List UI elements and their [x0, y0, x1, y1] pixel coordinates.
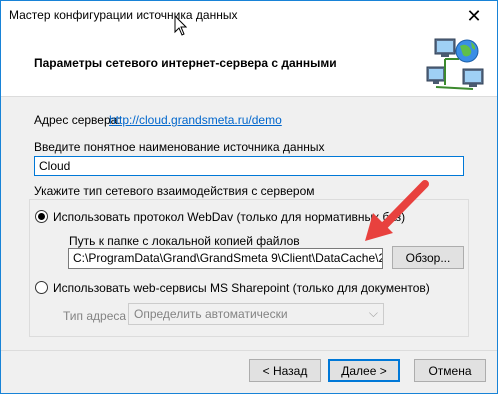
window-title: Мастер конфигурации источника данных	[9, 8, 238, 22]
next-button[interactable]: Далее >	[328, 359, 400, 382]
browse-button[interactable]: Обзор...	[392, 246, 464, 269]
sharepoint-radio[interactable]	[35, 281, 48, 294]
webdav-radio[interactable]	[35, 210, 48, 223]
address-type-select[interactable]: Определить автоматически ⌵	[128, 303, 384, 325]
annotation-arrow-icon	[365, 180, 429, 241]
source-name-input[interactable]: Cloud	[34, 156, 464, 176]
wizard-window: Мастер конфигурации источника данных ✕ П…	[0, 0, 498, 394]
cache-path-input[interactable]: C:\ProgramData\Grand\GrandSmeta 9\Client…	[68, 248, 383, 269]
cache-path-label: Путь к папке с локальной копией файлов	[69, 234, 300, 248]
page-title: Параметры сетевого интернет-сервера с да…	[34, 56, 337, 70]
footer-divider	[1, 350, 497, 351]
mouse-cursor-icon	[174, 14, 187, 36]
chevron-down-icon: ⌵	[368, 306, 378, 320]
server-address-link[interactable]: http://cloud.grandsmeta.ru/demo	[109, 113, 282, 127]
sharepoint-radio-label[interactable]: Использовать web-сервисы MS Sharepoint (…	[53, 281, 430, 295]
back-button[interactable]: < Назад	[249, 359, 321, 382]
close-icon: ✕	[466, 5, 482, 26]
address-type-value: Определить автоматически	[134, 307, 288, 321]
cancel-button[interactable]: Отмена	[414, 359, 486, 382]
address-type-label: Тип адреса	[63, 309, 127, 323]
title-bar[interactable]: Мастер конфигурации источника данных ✕	[1, 1, 497, 31]
close-button[interactable]: ✕	[451, 1, 497, 31]
interaction-type-label: Укажите тип сетевого взаимодействия с се…	[34, 184, 315, 198]
server-address-label: Адрес сервера:	[34, 113, 121, 127]
network-computers-globe-icon	[426, 38, 484, 90]
source-name-label: Введите понятное наименование источника …	[34, 140, 325, 154]
wizard-header: Параметры сетевого интернет-сервера с да…	[1, 31, 497, 97]
webdav-radio-label[interactable]: Использовать протокол WebDav (только для…	[53, 210, 405, 224]
